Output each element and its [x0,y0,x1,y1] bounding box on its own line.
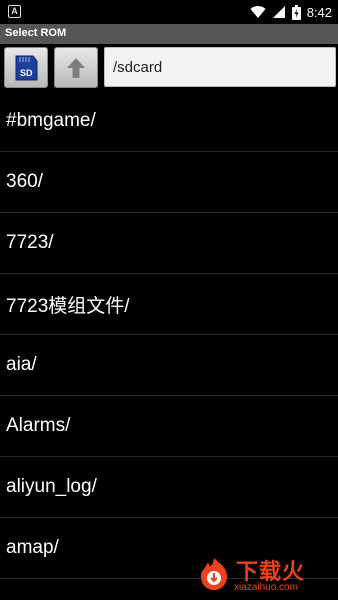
status-icons: 8:42 [250,3,332,21]
wifi-icon [250,5,266,19]
title-bar: Select ROM [0,24,338,44]
sdcard-button[interactable]: SD [4,47,48,88]
flame-logo-icon [200,558,228,590]
list-item-label: Alarms/ [6,415,71,436]
list-item-label: 360/ [6,171,43,192]
svg-text:SD: SD [20,68,33,78]
list-item[interactable]: Alarms/ [0,396,338,457]
list-item-label: aia/ [6,354,37,375]
path-input[interactable] [104,47,336,87]
list-item-label: 7723/ [6,232,54,253]
page-title: Select ROM [5,27,67,39]
status-bar: A 8:42 [0,0,338,24]
toolbar: SD [0,44,338,90]
list-item-label: #bmgame/ [6,110,96,131]
list-item[interactable]: aia/ [0,335,338,396]
list-item[interactable]: 360/ [0,152,338,213]
list-item-label: amap/ [6,537,59,558]
list-item[interactable]: 7723模组文件/ [0,274,338,335]
sdcard-icon: SD [15,55,38,80]
signal-icon [272,5,286,19]
list-item[interactable]: aliyun_log/ [0,457,338,518]
list-item[interactable]: #bmgame/ [0,91,338,152]
file-list: #bmgame/ 360/ 7723/ 7723模组文件/ aia/ Alarm… [0,91,338,600]
list-item[interactable]: 7723/ [0,213,338,274]
list-item-label: aliyun_log/ [6,476,97,497]
list-item-label: 7723模组文件/ [6,295,130,317]
status-time: 8:42 [306,4,332,20]
parent-folder-button[interactable] [54,47,98,88]
watermark: 下载火 xiazaihuo.com [196,554,336,598]
up-arrow-icon [67,57,85,78]
battery-icon [291,4,301,20]
watermark-url: xiazaihuo.com [234,582,298,593]
notification-a-icon: A [8,5,21,18]
